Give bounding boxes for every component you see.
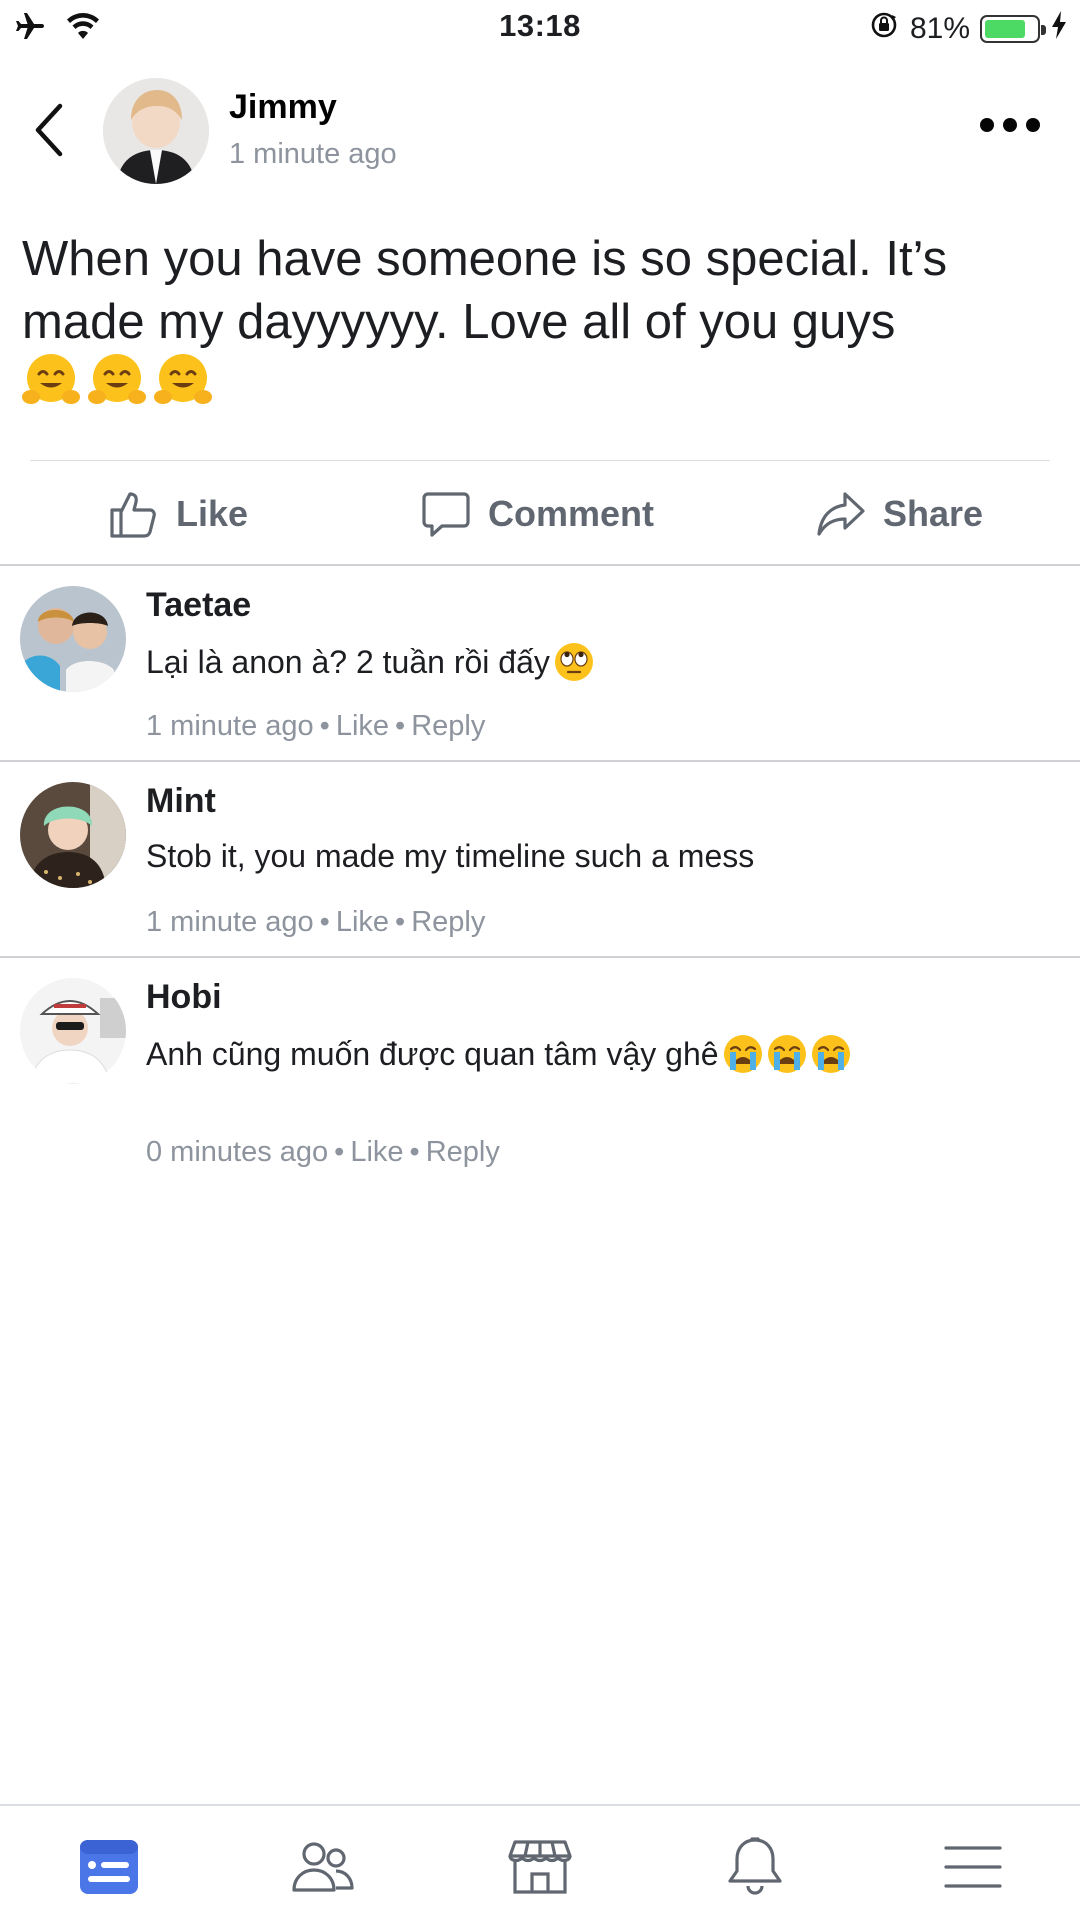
battery-icon xyxy=(980,15,1046,43)
comment-time: 1 minute ago xyxy=(146,906,314,938)
status-bar: 13:18 81% xyxy=(0,0,1080,52)
tab-marketplace[interactable] xyxy=(507,1834,573,1900)
commenter-avatar[interactable] xyxy=(20,782,126,888)
hugging-face-emoji xyxy=(154,354,212,404)
tab-friends[interactable] xyxy=(290,1834,356,1900)
tab-news-feed[interactable] xyxy=(76,1834,142,1900)
bottom-tab-bar xyxy=(0,1804,1080,1920)
author-name[interactable]: Jimmy xyxy=(229,88,337,127)
crying-face-emoji xyxy=(767,1035,806,1073)
comment-time: 0 minutes ago xyxy=(146,1136,329,1168)
post-divider xyxy=(30,460,1050,461)
comment-text: Anh cũng muốn được quan tâm vậy ghê xyxy=(146,1034,851,1074)
comment-icon xyxy=(422,492,470,537)
comment-reply-link[interactable]: Reply xyxy=(411,710,485,742)
comment-item: Hobi Anh cũng muốn được quan tâm vậy ghê… xyxy=(0,958,1080,1198)
post-emoji-row xyxy=(22,352,212,410)
author-avatar[interactable] xyxy=(103,78,209,184)
like-button[interactable]: Like xyxy=(108,488,248,540)
comment-reply-link[interactable]: Reply xyxy=(426,1136,500,1168)
like-label: Like xyxy=(176,493,249,534)
comment-like-link[interactable]: Like xyxy=(336,710,389,742)
hugging-face-emoji xyxy=(22,354,80,404)
post-header: Jimmy 1 minute ago xyxy=(0,70,1080,190)
commenter-name[interactable]: Hobi xyxy=(146,978,222,1017)
more-options-button[interactable] xyxy=(980,118,1040,132)
battery-percent: 81% xyxy=(909,12,970,45)
comment-meta: 1 minute ago • Like • Reply xyxy=(146,906,486,938)
comment-like-link[interactable]: Like xyxy=(350,1136,403,1168)
post-text: When you have someone is so special. It’… xyxy=(22,232,948,349)
friends-icon xyxy=(292,1842,354,1892)
marketplace-icon xyxy=(508,1840,572,1894)
comment-like-link[interactable]: Like xyxy=(336,906,389,938)
crying-face-emoji xyxy=(723,1035,762,1073)
share-button[interactable]: Share xyxy=(815,488,983,540)
rotation-lock-icon xyxy=(868,9,900,49)
share-label: Share xyxy=(883,493,984,534)
hugging-face-emoji xyxy=(88,354,146,404)
post-actions: Like Comment Share xyxy=(0,470,1080,560)
thumbs-up-icon xyxy=(110,492,156,538)
tab-notifications[interactable] xyxy=(722,1834,788,1900)
menu-icon xyxy=(944,1846,1002,1888)
comment-text: Stob it, you made my timeline such a mes… xyxy=(146,838,755,874)
comment-text: Lại là anon à? 2 tuần rồi đấy xyxy=(146,642,594,682)
more-dot-icon xyxy=(1026,118,1040,132)
comment-button[interactable]: Comment xyxy=(420,488,654,540)
comment-time: 1 minute ago xyxy=(146,710,314,742)
comment-meta: 1 minute ago • Like • Reply xyxy=(146,710,486,742)
comment-reply-link[interactable]: Reply xyxy=(411,906,485,938)
comment-item: Mint Stob it, you made my timeline such … xyxy=(0,762,1080,958)
crying-face-emoji xyxy=(811,1035,850,1073)
eye-roll-face-emoji xyxy=(554,643,593,681)
more-dot-icon xyxy=(980,118,994,132)
comment-label: Comment xyxy=(488,493,655,534)
commenter-avatar[interactable] xyxy=(20,586,126,692)
notifications-icon xyxy=(728,1837,782,1895)
commenter-name[interactable]: Taetae xyxy=(146,586,251,625)
commenter-name[interactable]: Mint xyxy=(146,782,216,821)
back-button[interactable] xyxy=(30,100,70,160)
tab-menu[interactable] xyxy=(940,1834,1006,1900)
battery-level xyxy=(985,20,1025,38)
comment-meta: 0 minutes ago • Like • Reply xyxy=(146,1136,500,1168)
chevron-left-icon xyxy=(35,103,63,157)
comment-item: Taetae Lại là anon à? 2 tuần rồi đấy 1 m… xyxy=(0,566,1080,762)
more-dot-icon xyxy=(1003,118,1017,132)
news-feed-icon xyxy=(80,1840,138,1894)
commenter-avatar[interactable] xyxy=(20,978,126,1084)
charging-icon xyxy=(1050,10,1068,48)
share-arrow-icon xyxy=(817,492,865,536)
post-timestamp: 1 minute ago xyxy=(229,138,397,170)
